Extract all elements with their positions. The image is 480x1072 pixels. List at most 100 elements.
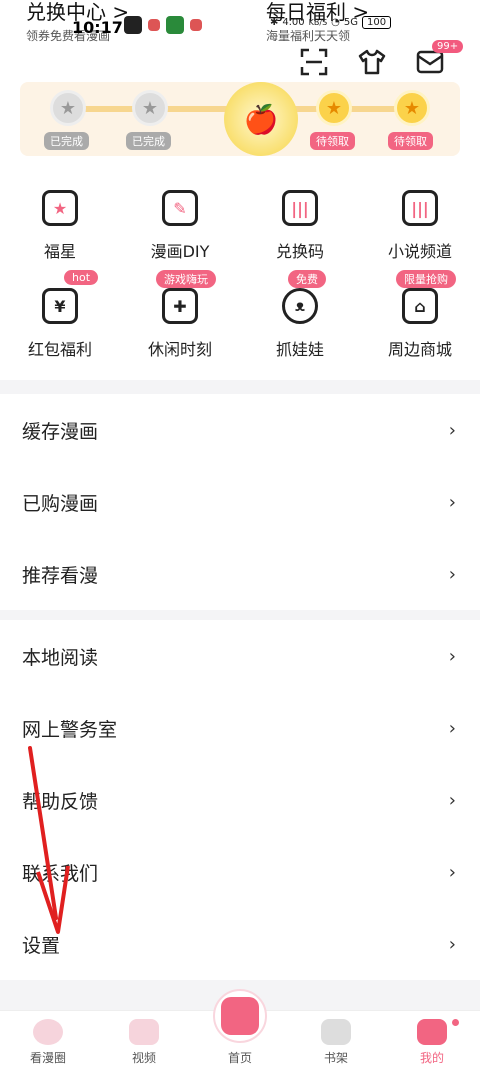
feature-novel-channel[interactable]: ||| 小说频道 xyxy=(360,184,480,274)
oppo-icon xyxy=(166,16,184,34)
donut-icon xyxy=(33,1019,63,1045)
feature-leisure-time[interactable]: 游戏嗨玩 ✚ 休闲时刻 xyxy=(120,270,240,372)
mail-button[interactable]: 99+ xyxy=(416,40,464,76)
menu-recommended[interactable]: 推荐看漫 › xyxy=(0,538,480,610)
menu-local-reading[interactable]: 本地阅读 › xyxy=(0,620,480,692)
tab-video[interactable]: 视频 xyxy=(96,1011,192,1072)
progress-label-4: 待领取 xyxy=(388,132,433,150)
tab-mine[interactable]: 我的 xyxy=(384,1011,480,1072)
feature-label: 小说频道 xyxy=(387,242,452,261)
tab-label: 首页 xyxy=(227,1051,252,1065)
feature-label: 漫画DIY xyxy=(150,242,210,261)
progress-node-2[interactable]: ★ xyxy=(132,90,168,126)
menu-contact-us[interactable]: 联系我们 › xyxy=(0,836,480,908)
feature-grid: ★ 福星 ✎ 漫画DIY ||| 兑换码 ||| 小说频道 hot ¥ 红包福利… xyxy=(0,184,480,372)
status-app-icons xyxy=(124,16,202,34)
tab-label: 视频 xyxy=(131,1051,156,1065)
progress-node-4[interactable]: ★ xyxy=(394,90,430,126)
menu-police-office[interactable]: 网上警务室 › xyxy=(0,692,480,764)
chevron-right-icon: › xyxy=(448,933,456,955)
feature-claw-machine[interactable]: 免费 ᴥ 抓娃娃 xyxy=(240,270,360,372)
net-unit: KB/S xyxy=(308,18,328,27)
menu-label: 推荐看漫 xyxy=(22,564,99,587)
feature-tag: 免费 xyxy=(288,270,326,288)
header-actions: 99+ xyxy=(300,40,464,76)
bottom-tab-bar: 看漫圈 视频 首页 书架 我的 xyxy=(0,989,480,1072)
red-envelope-icon: ¥ xyxy=(42,288,78,324)
status-bar: 兑换中心 > 领券免费看漫画 每日福利 > 海量福利天天领 10:17 ✱ 4.… xyxy=(0,0,480,46)
menu-label: 帮助反馈 xyxy=(22,790,99,813)
feature-label: 兑换码 xyxy=(275,242,324,261)
feature-redeem-code[interactable]: ||| 兑换码 xyxy=(240,184,360,274)
status-time: 10:17 xyxy=(72,18,123,37)
feature-label: 抓娃娃 xyxy=(275,340,324,359)
menu-group-1: 缓存漫画 › 已购漫画 › 推荐看漫 › xyxy=(0,394,480,610)
signal-label: 5G xyxy=(343,17,359,28)
edit-note-icon: ✎ xyxy=(162,190,198,226)
menu-label: 已购漫画 xyxy=(22,492,99,515)
scan-icon[interactable] xyxy=(300,48,328,76)
menu-cached-comics[interactable]: 缓存漫画 › xyxy=(0,394,480,466)
notification-dot xyxy=(452,1019,459,1026)
chevron-right-icon: › xyxy=(448,563,456,585)
progress-label-2: 已完成 xyxy=(126,132,171,150)
tab-home[interactable]: 首页 xyxy=(192,989,288,1072)
feature-tag: hot xyxy=(64,270,99,285)
feature-label: 福星 xyxy=(43,242,76,261)
feature-merch-shop[interactable]: 限量抢购 ⌂ 周边商城 xyxy=(360,270,480,372)
menu-purchased-comics[interactable]: 已购漫画 › xyxy=(0,466,480,538)
bookshelf-icon xyxy=(321,1019,351,1045)
chevron-right-icon: › xyxy=(448,645,456,667)
chevron-right-icon: › xyxy=(448,491,456,513)
feature-label: 周边商城 xyxy=(387,340,452,359)
net-speed: 4.00 xyxy=(282,17,305,28)
menu-label: 网上警务室 xyxy=(22,718,118,741)
feature-comic-diy[interactable]: ✎ 漫画DIY xyxy=(120,184,240,274)
feature-label: 休闲时刻 xyxy=(147,340,212,359)
progress-label-3: 待领取 xyxy=(310,132,355,150)
mascot-icon xyxy=(221,997,259,1035)
chevron-right-icon: › xyxy=(448,419,456,441)
home-mascot-icon xyxy=(213,989,267,1043)
menu-settings[interactable]: 设置 › xyxy=(0,908,480,980)
tiktok-icon xyxy=(124,16,142,34)
menu-label: 设置 xyxy=(22,934,61,957)
progress-node-3[interactable]: ★ xyxy=(316,90,352,126)
claw-doll-icon: ᴥ xyxy=(282,288,318,324)
ticket-icon: ||| xyxy=(282,190,318,226)
progress-node-1[interactable]: ★ xyxy=(50,90,86,126)
tab-comic-circle[interactable]: 看漫圈 xyxy=(0,1011,96,1072)
status-system-icons: ✱ 4.00 KB/S ◔ 5G 100 xyxy=(270,16,392,29)
progress-label-1: 已完成 xyxy=(44,132,89,150)
feature-label: 红包福利 xyxy=(27,340,92,359)
apple-reward-icon[interactable]: 🍎 xyxy=(224,82,298,156)
heart-icon xyxy=(190,19,202,31)
daily-welfare-subtitle: 海量福利天天领 xyxy=(266,29,351,43)
menu-label: 联系我们 xyxy=(22,862,99,885)
gift-bag-icon: ★ xyxy=(42,190,78,226)
checkin-progress: ★ 已完成 ★ 已完成 🍎 ★ 待领取 ★ 待领取 xyxy=(20,82,460,156)
gamepad-icon: ✚ xyxy=(162,288,198,324)
tab-label: 看漫圈 xyxy=(29,1051,66,1065)
tab-label: 书架 xyxy=(323,1051,348,1065)
menu-help-feedback[interactable]: 帮助反馈 › xyxy=(0,764,480,836)
chevron-right-icon: › xyxy=(448,861,456,883)
bluetooth-icon: ✱ xyxy=(270,17,279,28)
menu-label: 本地阅读 xyxy=(22,646,99,669)
feature-fuxing[interactable]: ★ 福星 xyxy=(0,184,120,274)
feature-row-1: ★ 福星 ✎ 漫画DIY ||| 兑换码 ||| 小说频道 xyxy=(0,184,480,274)
battery-indicator: 100 xyxy=(362,16,392,29)
cat-mascot-icon xyxy=(417,1019,447,1045)
wifi-icon: ◔ xyxy=(331,17,340,28)
mail-badge: 99+ xyxy=(432,40,464,53)
outfit-icon[interactable] xyxy=(358,48,386,76)
feature-row-2: hot ¥ 红包福利 游戏嗨玩 ✚ 休闲时刻 免费 ᴥ 抓娃娃 限量抢购 ⌂ 周… xyxy=(0,270,480,372)
play-icon xyxy=(129,1019,159,1045)
game-icon xyxy=(148,19,160,31)
feature-red-envelope[interactable]: hot ¥ 红包福利 xyxy=(0,270,120,372)
tab-label: 我的 xyxy=(419,1051,444,1065)
tab-bookshelf[interactable]: 书架 xyxy=(288,1011,384,1072)
feature-tag: 游戏嗨玩 xyxy=(156,270,216,288)
menu-label: 缓存漫画 xyxy=(22,420,99,443)
book-ticket-icon: ||| xyxy=(402,190,438,226)
